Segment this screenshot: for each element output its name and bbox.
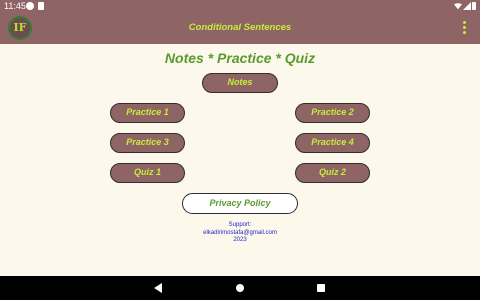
support-label: Support: — [228, 222, 252, 228]
status-bar: 11:45 — [0, 0, 480, 12]
system-nav-bar — [0, 276, 480, 300]
page-heading: Notes * Practice * Quiz — [164, 50, 316, 66]
practice-1-button[interactable]: Practice 1 — [110, 103, 185, 123]
support-year: 2023 — [233, 237, 247, 243]
support-email-link[interactable]: elkadirimostafa@gmail.com — [0, 230, 480, 238]
practice-3-button[interactable]: Practice 3 — [110, 133, 185, 153]
status-time: 11:45 — [4, 1, 26, 11]
support-info: Support: elkadirimostafa@gmail.com 2023 — [0, 222, 480, 245]
more-vert-icon[interactable] — [459, 20, 469, 36]
app-title: Conditional Sentences — [188, 22, 292, 33]
privacy-policy-button[interactable]: Privacy Policy — [182, 193, 298, 214]
notes-button[interactable]: Notes — [202, 73, 278, 93]
back-icon[interactable] — [154, 283, 162, 293]
app-bar: IF Conditional Sentences — [0, 12, 480, 44]
practice-4-button[interactable]: Practice 4 — [295, 133, 370, 153]
quiz-1-button[interactable]: Quiz 1 — [110, 163, 185, 183]
wifi-icon — [454, 3, 462, 10]
practice-2-button[interactable]: Practice 2 — [295, 103, 370, 123]
quiz-2-button[interactable]: Quiz 2 — [295, 163, 370, 183]
sd-card-icon — [38, 2, 44, 10]
signal-icon — [463, 2, 471, 10]
notification-dot-icon — [26, 2, 34, 10]
battery-icon — [472, 2, 476, 10]
recents-icon[interactable] — [317, 284, 325, 292]
home-icon[interactable] — [236, 284, 244, 292]
